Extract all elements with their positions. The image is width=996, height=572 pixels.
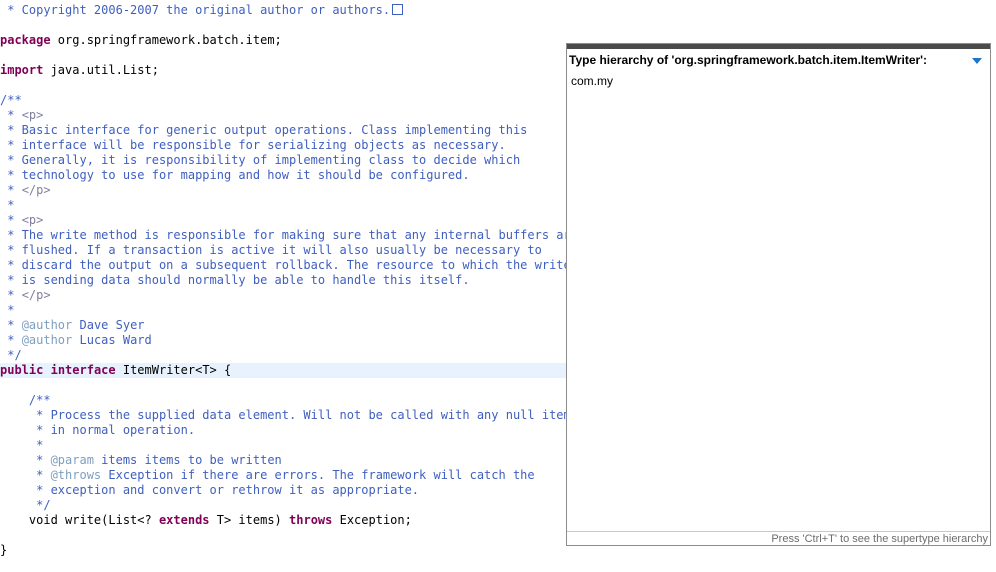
code-token: *: [0, 333, 22, 347]
code-line[interactable]: *: [0, 303, 14, 318]
code-token: </p>: [21, 183, 51, 197]
code-token: throws: [289, 513, 333, 527]
code-token: *: [0, 318, 22, 332]
code-line[interactable]: *: [0, 198, 14, 213]
code-token: items items to be written: [93, 453, 282, 467]
code-token: org.springframework.batch.item;: [50, 33, 282, 47]
code-token: * technology to use for mapping and how …: [0, 168, 470, 182]
code-token: * in normal operation.: [0, 423, 196, 437]
code-token: *: [0, 198, 15, 212]
popup-header: Type hierarchy of 'org.springframework.b…: [567, 49, 990, 71]
code-token: * The write method is responsible for ma…: [0, 228, 578, 242]
code-token: Dave Syer: [72, 318, 145, 332]
code-line[interactable]: import java.util.List;: [0, 63, 159, 78]
code-token: import: [0, 63, 44, 77]
code-line[interactable]: * <p>: [0, 108, 43, 123]
code-line[interactable]: * interface will be responsible for seri…: [0, 138, 506, 153]
code-line[interactable]: * in normal operation.: [0, 423, 195, 438]
code-token: Exception if there are errors. The frame…: [101, 468, 535, 482]
code-token: void write(List<?: [0, 513, 159, 527]
code-line[interactable]: * @author Lucas Ward: [0, 333, 152, 348]
code-token: */: [0, 348, 22, 362]
code-token: <p>: [21, 213, 44, 227]
code-token: */: [0, 498, 51, 512]
code-token: *: [0, 438, 44, 452]
code-token: </p>: [21, 288, 51, 302]
code-token: T> items): [209, 513, 290, 527]
code-token: *: [0, 213, 22, 227]
code-line[interactable]: package org.springframework.batch.item;: [0, 33, 282, 48]
code-line[interactable]: }: [0, 543, 7, 558]
code-token: <p>: [21, 108, 44, 122]
code-token: @author: [21, 318, 73, 332]
code-token: Exception;: [332, 513, 412, 527]
code-token: *: [0, 183, 22, 197]
code-token: * exception and convert or rethrow it as…: [0, 483, 420, 497]
code-token: * Process the supplied data element. Wil…: [0, 408, 578, 422]
code-token: *: [0, 468, 51, 482]
code-token: * interface will be responsible for seri…: [0, 138, 506, 152]
code-line[interactable]: * The write method is responsible for ma…: [0, 228, 578, 243]
code-token: @author: [21, 333, 73, 347]
code-token: *: [0, 108, 22, 122]
code-line[interactable]: * Generally, it is responsibility of imp…: [0, 153, 520, 168]
code-line[interactable]: * Basic interface for generic output ope…: [0, 123, 527, 138]
code-token: *: [0, 453, 51, 467]
code-line[interactable]: /**: [0, 93, 22, 108]
code-token: * Basic interface for generic output ope…: [0, 123, 528, 137]
code-line[interactable]: void write(List<? extends T> items) thro…: [0, 513, 412, 528]
code-token: }: [0, 543, 8, 557]
code-line[interactable]: * exception and convert or rethrow it as…: [0, 483, 419, 498]
triangle-down-icon[interactable]: [970, 54, 984, 66]
code-token: interface: [50, 363, 116, 377]
code-line[interactable]: * flushed. If a transaction is active it…: [0, 243, 542, 258]
code-line[interactable]: * </p>: [0, 183, 51, 198]
code-line[interactable]: * discard the output on a subsequent rol…: [0, 258, 578, 273]
code-token: * Copyright 2006-2007 the original autho…: [0, 3, 391, 17]
code-line[interactable]: */: [0, 348, 22, 363]
code-token: java.util.List;: [43, 63, 159, 77]
code-token: /**: [0, 93, 22, 107]
code-token: /**: [0, 393, 51, 407]
code-token: * discard the output on a subsequent rol…: [0, 258, 578, 272]
filter-input[interactable]: [567, 72, 985, 90]
code-token: * flushed. If a transaction is active it…: [0, 243, 542, 257]
popup-filter-row: [567, 71, 990, 92]
code-line[interactable]: * @param items items to be written: [0, 453, 282, 468]
popup-title: Type hierarchy of 'org.springframework.b…: [569, 53, 928, 67]
type-hierarchy-popup[interactable]: Type hierarchy of 'org.springframework.b…: [566, 43, 991, 546]
code-token: * Generally, it is responsibility of imp…: [0, 153, 521, 167]
code-line[interactable]: * <p>: [0, 213, 43, 228]
code-token: @param: [50, 453, 94, 467]
code-line[interactable]: * Process the supplied data element. Wil…: [0, 408, 578, 423]
code-token: extends: [158, 513, 210, 527]
code-line[interactable]: * @author Dave Syer: [0, 318, 145, 333]
code-line[interactable]: */: [0, 498, 51, 513]
code-token: ItemWriter<T> {: [115, 363, 232, 377]
code-line[interactable]: * is sending data should normally be abl…: [0, 273, 470, 288]
code-line[interactable]: * @throws Exception if there are errors.…: [0, 468, 535, 483]
code-line[interactable]: *: [0, 438, 43, 453]
code-line[interactable]: * Copyright 2006-2007 the original autho…: [0, 3, 404, 18]
code-token: Lucas Ward: [72, 333, 152, 347]
code-token: package: [0, 33, 51, 47]
code-token: * is sending data should normally be abl…: [0, 273, 470, 287]
folded-region-icon[interactable]: [392, 4, 404, 15]
status-hint: Press 'Ctrl+T' to see the supertype hier…: [567, 531, 990, 545]
hierarchy-tree[interactable]: [567, 91, 990, 531]
code-token: public: [0, 363, 44, 377]
code-token: *: [0, 303, 15, 317]
code-line[interactable]: * </p>: [0, 288, 51, 303]
code-token: *: [0, 288, 22, 302]
code-line[interactable]: * technology to use for mapping and how …: [0, 168, 470, 183]
code-line[interactable]: /**: [0, 393, 51, 408]
code-line[interactable]: public interface ItemWriter<T> {: [0, 363, 566, 378]
code-token: @throws: [50, 468, 102, 482]
eclipse-window: * Copyright 2006-2007 the original autho…: [0, 0, 996, 572]
